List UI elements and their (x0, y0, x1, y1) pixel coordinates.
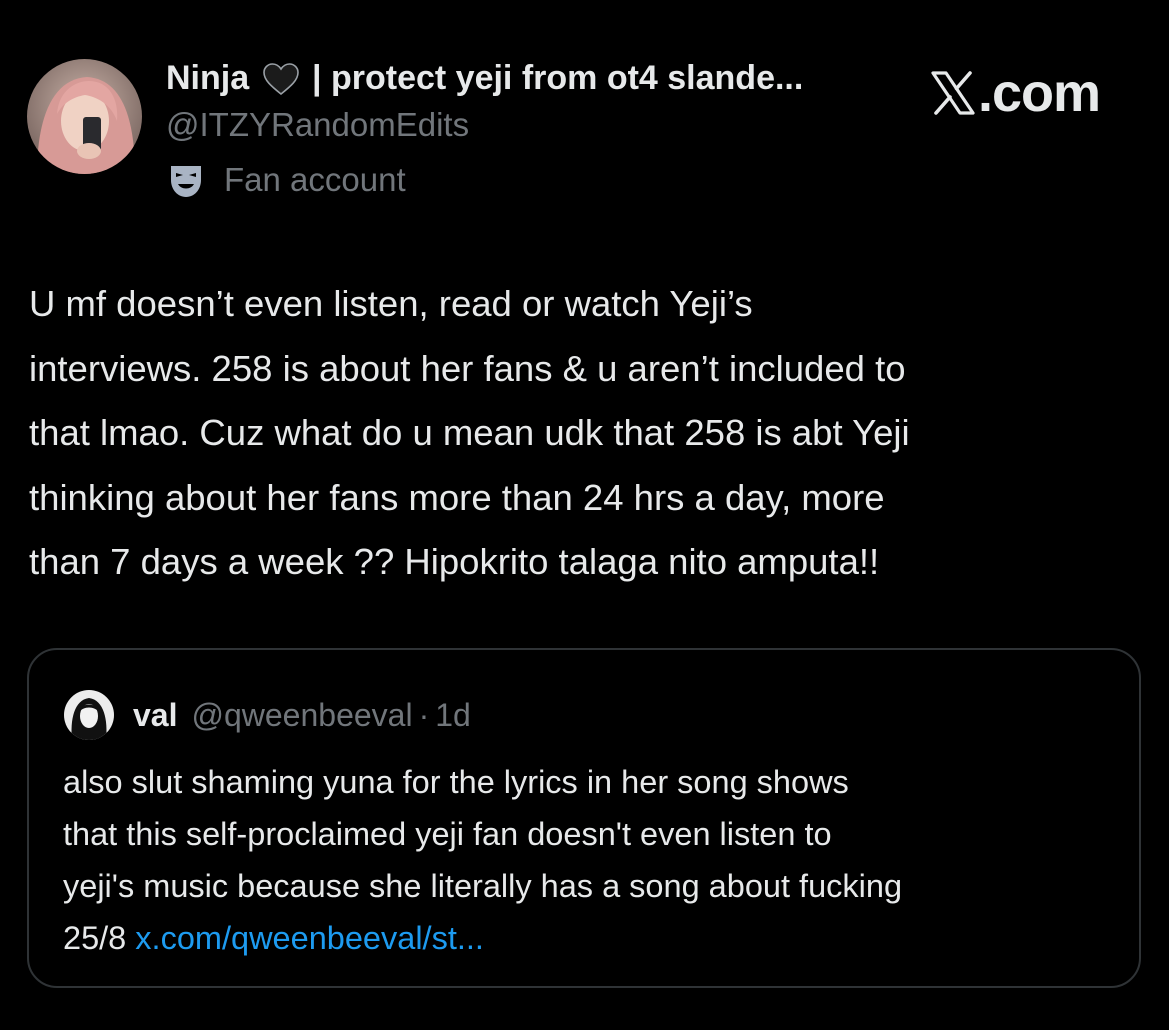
black-heart-icon (262, 60, 299, 102)
x-com-brand: .com (930, 58, 1101, 128)
quoted-tweet-header: val @qweenbeeval · 1d (133, 690, 471, 740)
affiliation-label: Fan account (224, 161, 406, 198)
quoted-tweet-link[interactable]: x.com/qweenbeeval/st... (135, 920, 484, 956)
quoted-handle[interactable]: @qweenbeeval (191, 697, 412, 734)
quoted-display-name[interactable]: val (133, 697, 177, 734)
author-display-name: Ninja (166, 59, 250, 97)
quoted-tweet-text: also slut shaming yuna for the lyrics in… (63, 756, 1123, 964)
theater-mask-icon (166, 160, 206, 200)
author-handle[interactable]: @ITZYRandomEdits (166, 103, 469, 147)
quoted-author-avatar[interactable] (64, 690, 114, 740)
x-logo-icon (930, 70, 976, 116)
tweet-card: Ninja | protect yeji from ot4 slande... … (0, 0, 1169, 1030)
brand-domain: .com (978, 63, 1101, 123)
quoted-separator: · (418, 696, 430, 733)
author-avatar-image (27, 59, 142, 174)
quoted-avatar-image (64, 690, 114, 740)
author-affiliation[interactable]: Fan account (166, 156, 406, 204)
author-name-row[interactable]: Ninja | protect yeji from ot4 slande... (166, 54, 906, 102)
tweet-text: U mf doesn’t even listen, read or watch … (29, 283, 910, 582)
author-name-suffix: | protect yeji from ot4 slande... (312, 59, 804, 97)
quoted-tweet[interactable]: val @qweenbeeval · 1d also slut shaming … (27, 648, 1141, 988)
author-avatar[interactable] (27, 59, 142, 174)
quoted-timestamp[interactable]: 1d (435, 697, 471, 734)
